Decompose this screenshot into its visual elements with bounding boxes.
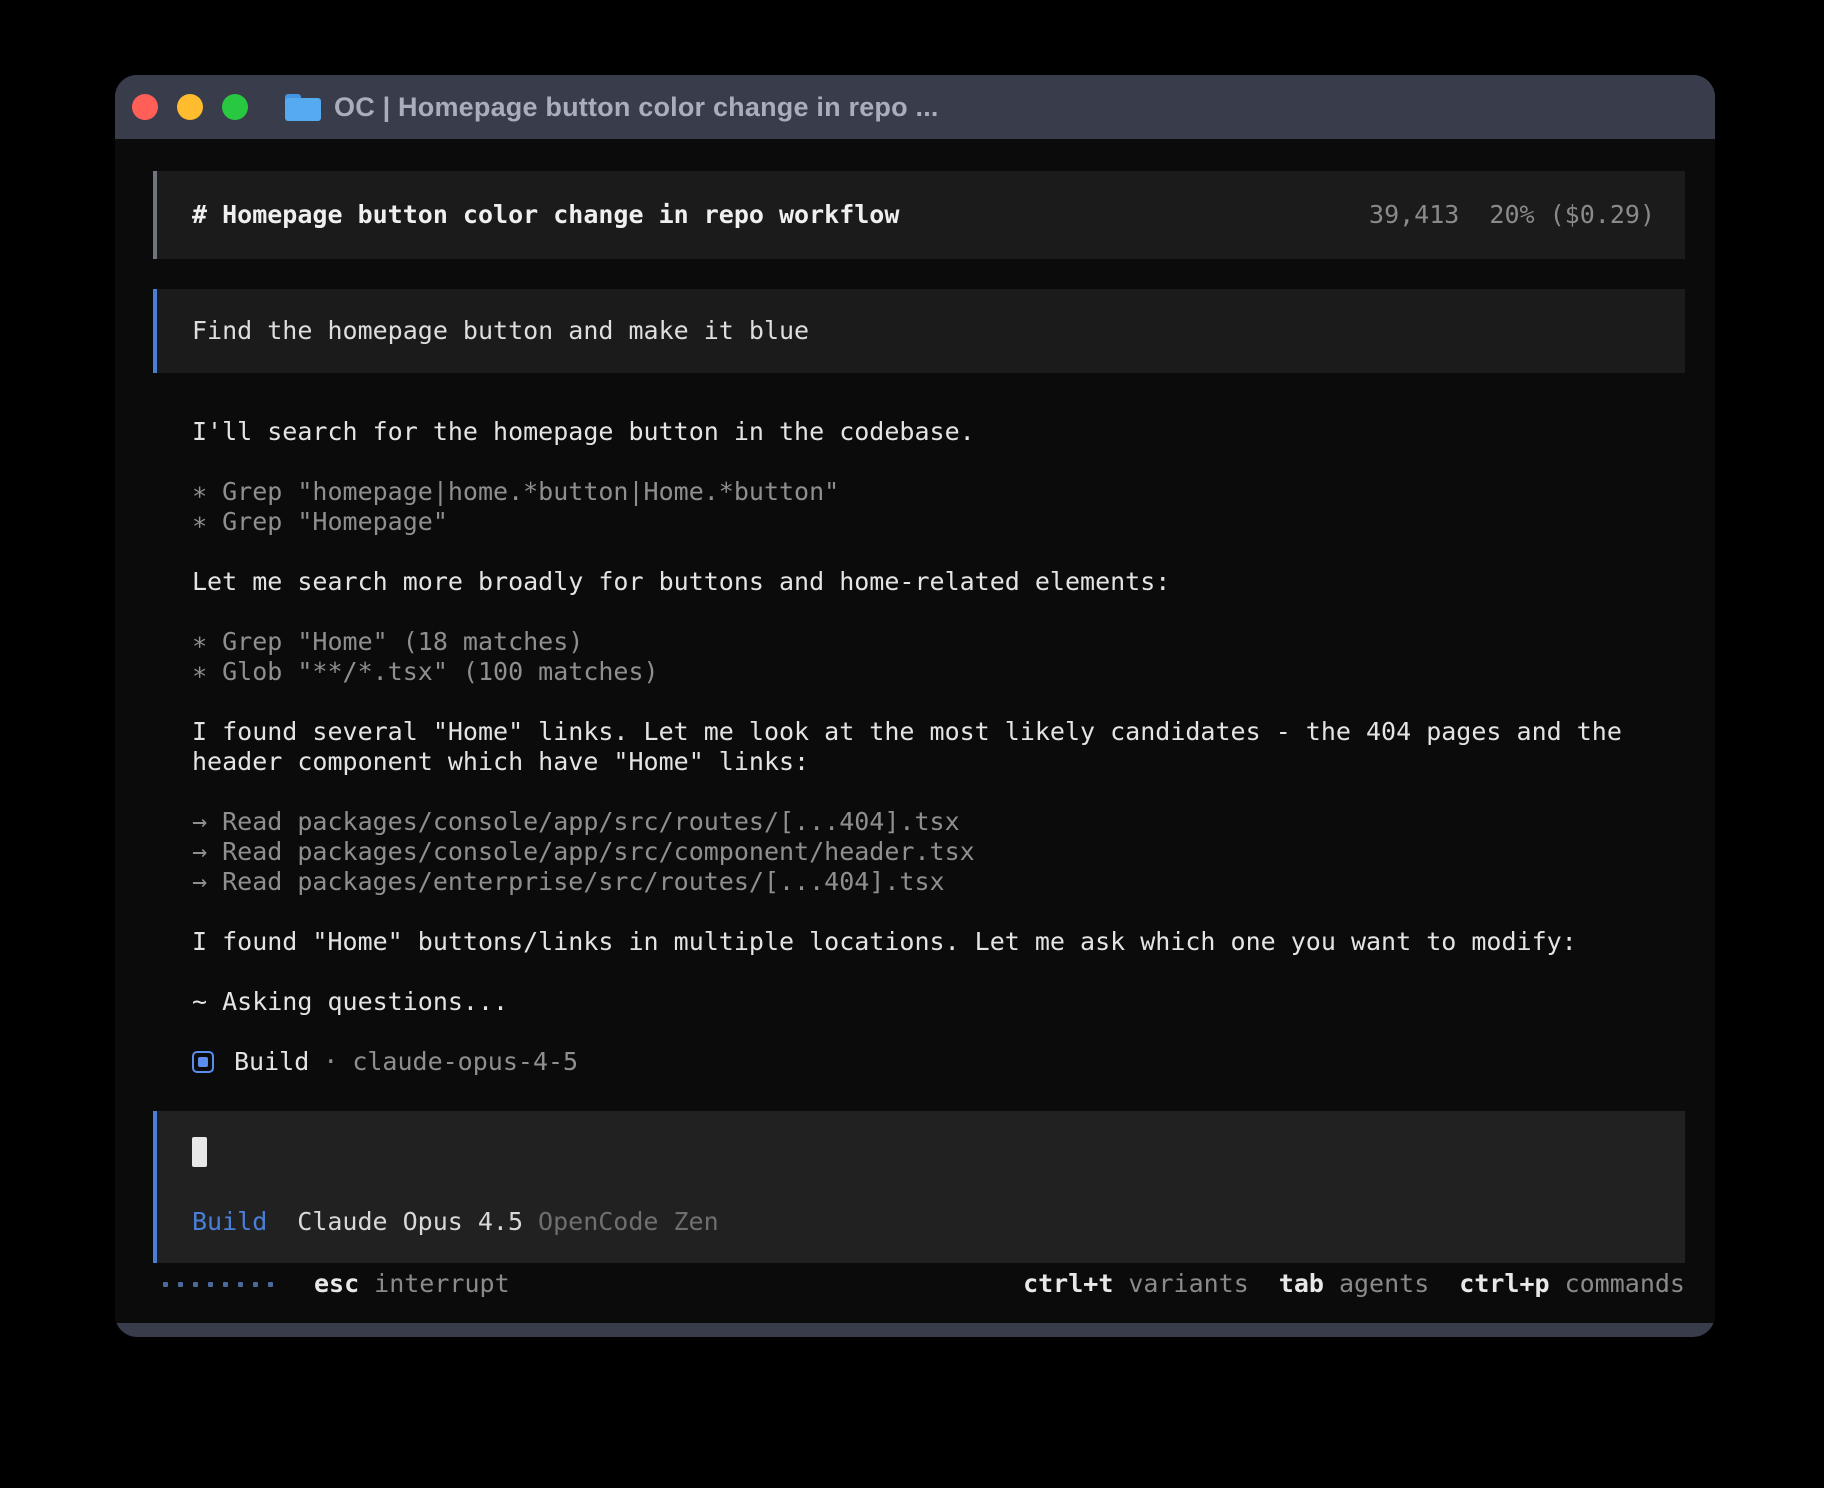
tool-call-glob: ∗ Glob "**/*.tsx" (100 matches) [192, 657, 1685, 687]
folder-icon [285, 94, 321, 121]
agent-name: Build [234, 1047, 309, 1077]
activity-spinner [163, 1282, 283, 1287]
shortcut-label: agents [1339, 1269, 1429, 1299]
session-title: # Homepage button color change in repo w… [192, 200, 899, 230]
assistant-transcript: I'll search for the homepage button in t… [192, 417, 1685, 1077]
prompt-input[interactable]: Build Claude Opus 4.5 OpenCode Zen [153, 1111, 1685, 1263]
assistant-text: Let me search more broadly for buttons a… [192, 567, 1685, 597]
minimize-button[interactable] [177, 94, 203, 120]
tool-call-grep: ∗ Grep "homepage|home.*button|Home.*butt… [192, 477, 1685, 507]
user-message-text: Find the homepage button and make it blu… [192, 316, 809, 346]
assistant-status: ~ Asking questions... [192, 987, 1685, 1017]
model-info-row: Build Claude Opus 4.5 OpenCode Zen [192, 1207, 1655, 1237]
tool-call-read: → Read packages/console/app/src/routes/[… [192, 807, 1685, 837]
status-left: esc interrupt [163, 1269, 510, 1299]
shortcut-commands: ctrl+p commands [1459, 1269, 1685, 1299]
shortcut-key: ctrl+t [1023, 1269, 1113, 1299]
assistant-text: I'll search for the homepage button in t… [192, 417, 1685, 447]
build-agent-icon [192, 1051, 214, 1073]
model-provider: OpenCode Zen [538, 1207, 719, 1237]
close-button[interactable] [132, 94, 158, 120]
tool-call-grep: ∗ Grep "Home" (18 matches) [192, 627, 1685, 657]
agent-model: claude-opus-4-5 [352, 1047, 578, 1077]
esc-key-label: interrupt [374, 1269, 509, 1299]
session-header: # Homepage button color change in repo w… [153, 171, 1685, 259]
dot-separator: · [323, 1047, 338, 1077]
shortcut-label: commands [1565, 1269, 1685, 1299]
user-message: Find the homepage button and make it blu… [153, 289, 1685, 373]
window-titlebar: OC | Homepage button color change in rep… [115, 75, 1715, 139]
tool-call-grep: ∗ Grep "Homepage" [192, 507, 1685, 537]
tool-call-read: → Read packages/enterprise/src/routes/[.… [192, 867, 1685, 897]
esc-key-hint: esc [314, 1269, 359, 1299]
status-right: ctrl+t variants tab agents ctrl+p comman… [993, 1269, 1685, 1299]
zoom-button[interactable] [222, 94, 248, 120]
traffic-lights [132, 94, 267, 120]
assistant-text: I found several "Home" links. Let me loo… [192, 717, 1685, 777]
shortcut-agents: tab agents [1279, 1269, 1429, 1299]
shortcut-label: variants [1128, 1269, 1248, 1299]
shortcut-key: tab [1279, 1269, 1324, 1299]
model-name: Claude Opus 4.5 [297, 1207, 523, 1237]
assistant-text: I found "Home" buttons/links in multiple… [192, 927, 1685, 957]
text-cursor [192, 1137, 207, 1167]
agent-mode-label: Build [192, 1207, 267, 1237]
shortcut-variants: ctrl+t variants [1023, 1269, 1249, 1299]
shortcut-key: ctrl+p [1459, 1269, 1549, 1299]
session-stats: 39,413 20% ($0.29) [1369, 200, 1655, 230]
status-bar: esc interrupt ctrl+t variants tab agents… [153, 1269, 1685, 1299]
terminal-content: # Homepage button color change in repo w… [115, 139, 1715, 1323]
tool-call-read: → Read packages/console/app/src/componen… [192, 837, 1685, 867]
terminal-window: OC | Homepage button color change in rep… [115, 75, 1715, 1337]
window-title: OC | Homepage button color change in rep… [334, 92, 939, 123]
agent-status-line: Build · claude-opus-4-5 [192, 1047, 1685, 1077]
